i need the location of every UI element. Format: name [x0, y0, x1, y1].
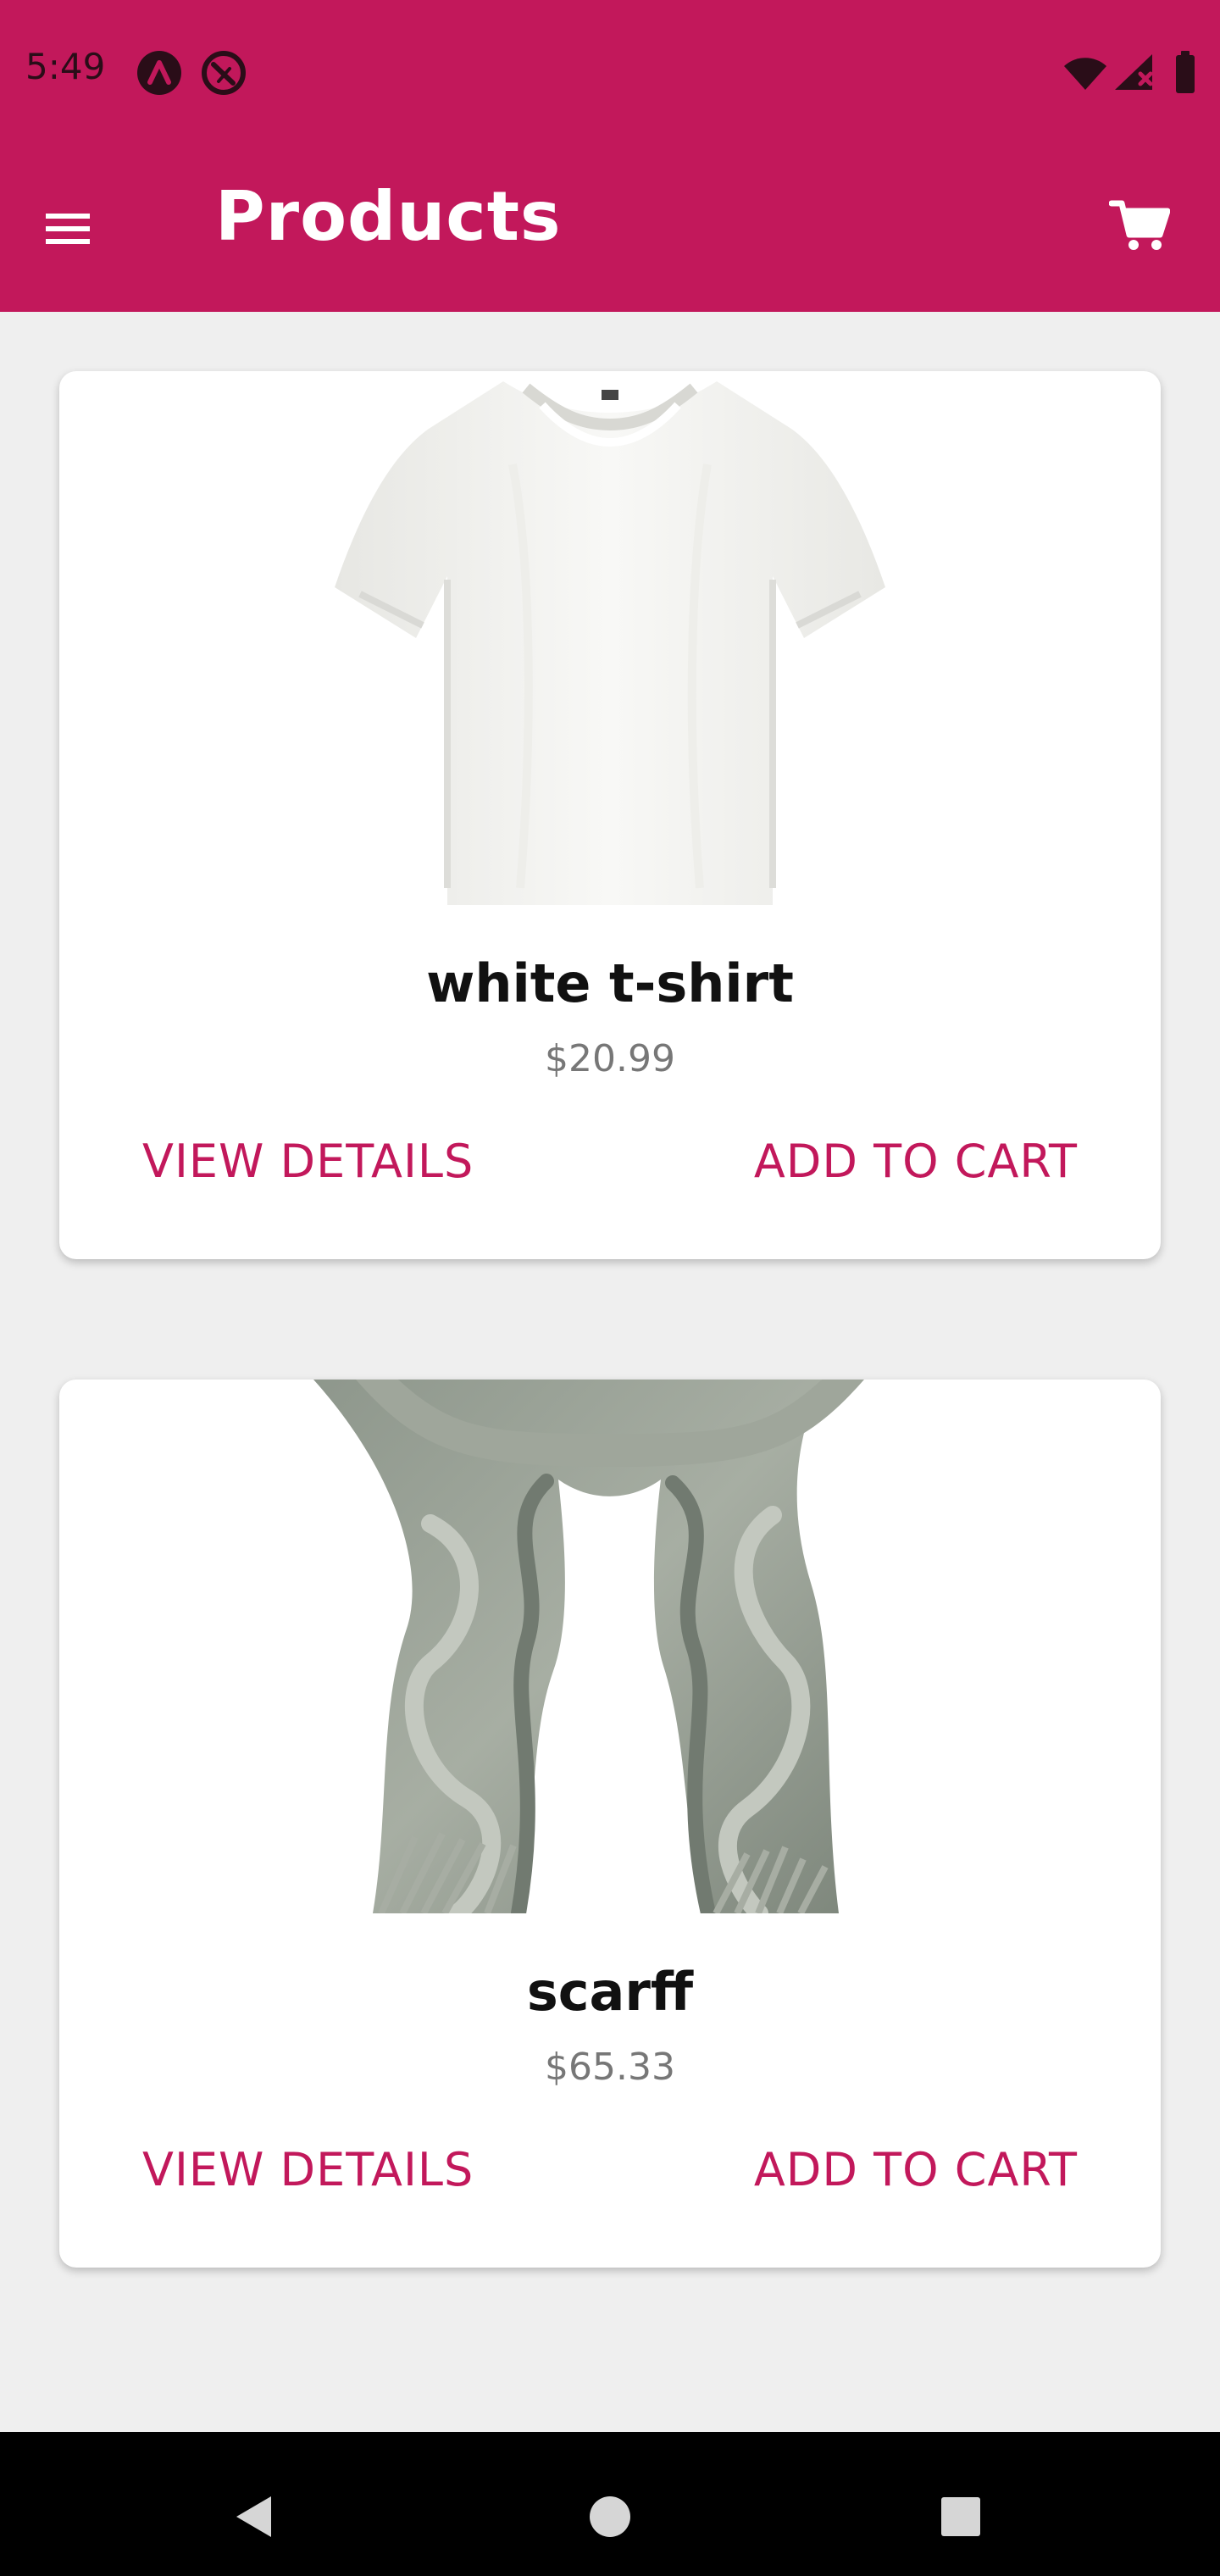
view-details-button[interactable]: VIEW DETAILS [142, 2140, 474, 2200]
product-card-white-tshirt: white t-shirt $20.99 VIEW DETAILS ADD TO… [59, 371, 1161, 1259]
system-navigation-bar [0, 2432, 1220, 2576]
add-to-cart-button[interactable]: ADD TO CART [754, 1132, 1078, 1191]
product-card-scarff: scarff $65.33 VIEW DETAILS ADD TO CART [59, 1380, 1161, 2268]
toolbar: Products [0, 146, 1220, 312]
shopping-cart-icon [1109, 200, 1170, 250]
page-title: Products [215, 177, 562, 256]
white-tshirt-image [335, 381, 885, 905]
product-name: scarff [526, 1961, 694, 2023]
product-price: $65.33 [545, 2046, 675, 2089]
home-icon [590, 2496, 630, 2537]
wifi-icon [1064, 58, 1106, 90]
status-time: 5:49 [25, 46, 106, 87]
product-name: white t-shirt [426, 952, 794, 1014]
cell-signal-icon [1115, 54, 1153, 90]
add-to-cart-button[interactable]: ADD TO CART [754, 2140, 1078, 2200]
back-icon [236, 2496, 271, 2537]
view-details-button[interactable]: VIEW DETAILS [142, 1132, 474, 1191]
scarf-image [313, 1380, 864, 1913]
menu-button[interactable] [34, 195, 102, 263]
cart-button[interactable] [1101, 186, 1178, 263]
blocked-status-icon [202, 51, 246, 95]
app-status-icon [137, 51, 181, 95]
status-bar: 5:49 [0, 0, 1220, 146]
home-button[interactable] [559, 2466, 661, 2568]
menu-icon [46, 214, 90, 244]
recents-icon [941, 2497, 980, 2536]
recents-button[interactable] [910, 2466, 1012, 2568]
battery-icon [1176, 51, 1195, 93]
app-bar: 5:49 Products [0, 0, 1220, 312]
back-button[interactable] [203, 2466, 305, 2568]
product-price: $20.99 [545, 1037, 675, 1080]
